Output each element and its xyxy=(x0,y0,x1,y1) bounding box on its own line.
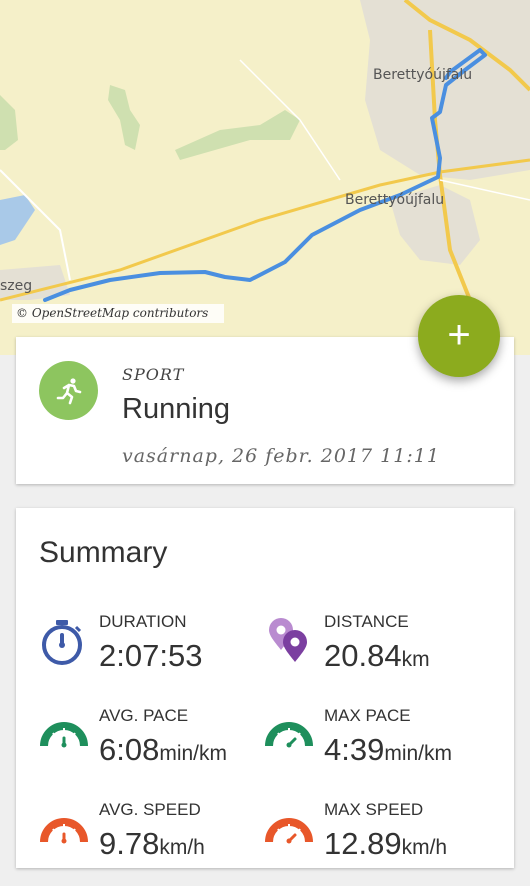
metric-label: AVG. SPEED xyxy=(99,800,201,819)
metric-value: 20.84km xyxy=(324,638,430,673)
map-town-label: Berettyóújfalu xyxy=(345,192,445,208)
sport-name: Running xyxy=(122,393,231,425)
metric-duration: DURATION 2:07:53 xyxy=(40,612,260,698)
plus-icon: + xyxy=(447,313,471,357)
metric-label: DURATION xyxy=(99,612,187,631)
metric-distance: DISTANCE 20.84km xyxy=(265,612,485,698)
speedometer-icon xyxy=(265,818,313,844)
map-town-label: Berettyóújfalu xyxy=(373,67,473,83)
map-pins-icon xyxy=(269,618,307,662)
running-person-icon xyxy=(39,361,98,420)
metric-value: 2:07:53 xyxy=(99,638,203,673)
metric-label: MAX PACE xyxy=(324,706,411,725)
stopwatch-icon xyxy=(42,620,82,665)
summary-card: Summary DURATION 2:07:53 DISTANCE 20.84k… xyxy=(16,508,514,868)
metric-label: DISTANCE xyxy=(324,612,409,631)
metric-max-speed: MAX SPEED 12.89km/h xyxy=(265,800,485,886)
metric-max-pace: MAX PACE 4:39min/km xyxy=(265,706,485,792)
metric-avg-pace: AVG. PACE 6:08min/km xyxy=(40,706,260,792)
summary-title: Summary xyxy=(39,536,168,569)
sport-section-label: SPORT xyxy=(122,365,185,384)
metric-value: 4:39min/km xyxy=(324,732,453,767)
metric-label: MAX SPEED xyxy=(324,800,424,819)
gauge-icon xyxy=(265,722,313,748)
map-town-label: szeg xyxy=(0,278,33,294)
add-button[interactable]: + xyxy=(418,295,500,377)
speedometer-icon xyxy=(40,818,88,844)
metric-label: AVG. PACE xyxy=(99,706,189,725)
metric-avg-speed: AVG. SPEED 9.78km/h xyxy=(40,800,260,886)
metric-value: 6:08min/km xyxy=(99,732,228,767)
activity-date: vasárnap, 26 febr. 2017 11:11 xyxy=(122,445,440,467)
map-attribution[interactable]: © OpenStreetMap contributors xyxy=(12,304,225,323)
metric-value: 12.89km/h xyxy=(324,826,448,861)
metric-value: 9.78km/h xyxy=(99,826,205,861)
gauge-icon xyxy=(40,722,88,748)
